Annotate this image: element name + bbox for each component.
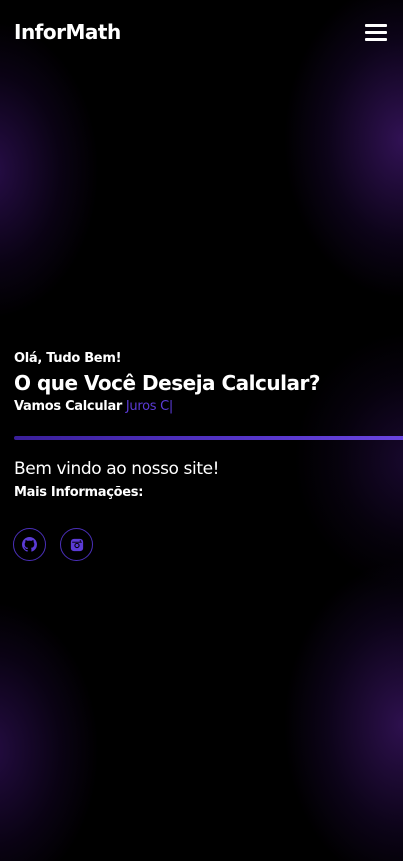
menu-bar xyxy=(365,38,387,41)
calculate-line: Vamos Calcular Juros C| xyxy=(14,398,399,416)
info-section: Bem vindo ao nosso site! Mais Informaçõe… xyxy=(14,458,394,502)
welcome-text: Bem vindo ao nosso site! xyxy=(14,459,220,479)
hero-section: Olá, Tudo Bem! O que Você Deseja Calcula… xyxy=(14,350,399,416)
github-link-button[interactable] xyxy=(13,528,46,561)
calculate-prefix: Vamos Calcular xyxy=(14,399,123,414)
accent-divider xyxy=(14,436,403,440)
instagram-icon xyxy=(70,538,83,551)
page-headline: O que Você Deseja Calcular? xyxy=(14,371,320,395)
instagram-link-button[interactable] xyxy=(60,528,93,561)
background-glow xyxy=(283,560,403,861)
social-links xyxy=(13,528,93,561)
github-icon xyxy=(22,537,37,552)
hamburger-menu-icon[interactable] xyxy=(365,23,387,41)
typing-text: Juros C| xyxy=(125,399,173,414)
menu-bar xyxy=(365,31,387,34)
background-glow xyxy=(0,600,100,861)
menu-bar xyxy=(365,24,387,27)
site-header: InforMath xyxy=(0,0,403,68)
page: InforMath Olá, Tudo Bem! O que Você Dese… xyxy=(0,0,403,861)
more-info-label: Mais Informações: xyxy=(14,485,144,500)
site-logo[interactable]: InforMath xyxy=(14,20,121,44)
greeting-text: Olá, Tudo Bem! xyxy=(14,351,122,366)
